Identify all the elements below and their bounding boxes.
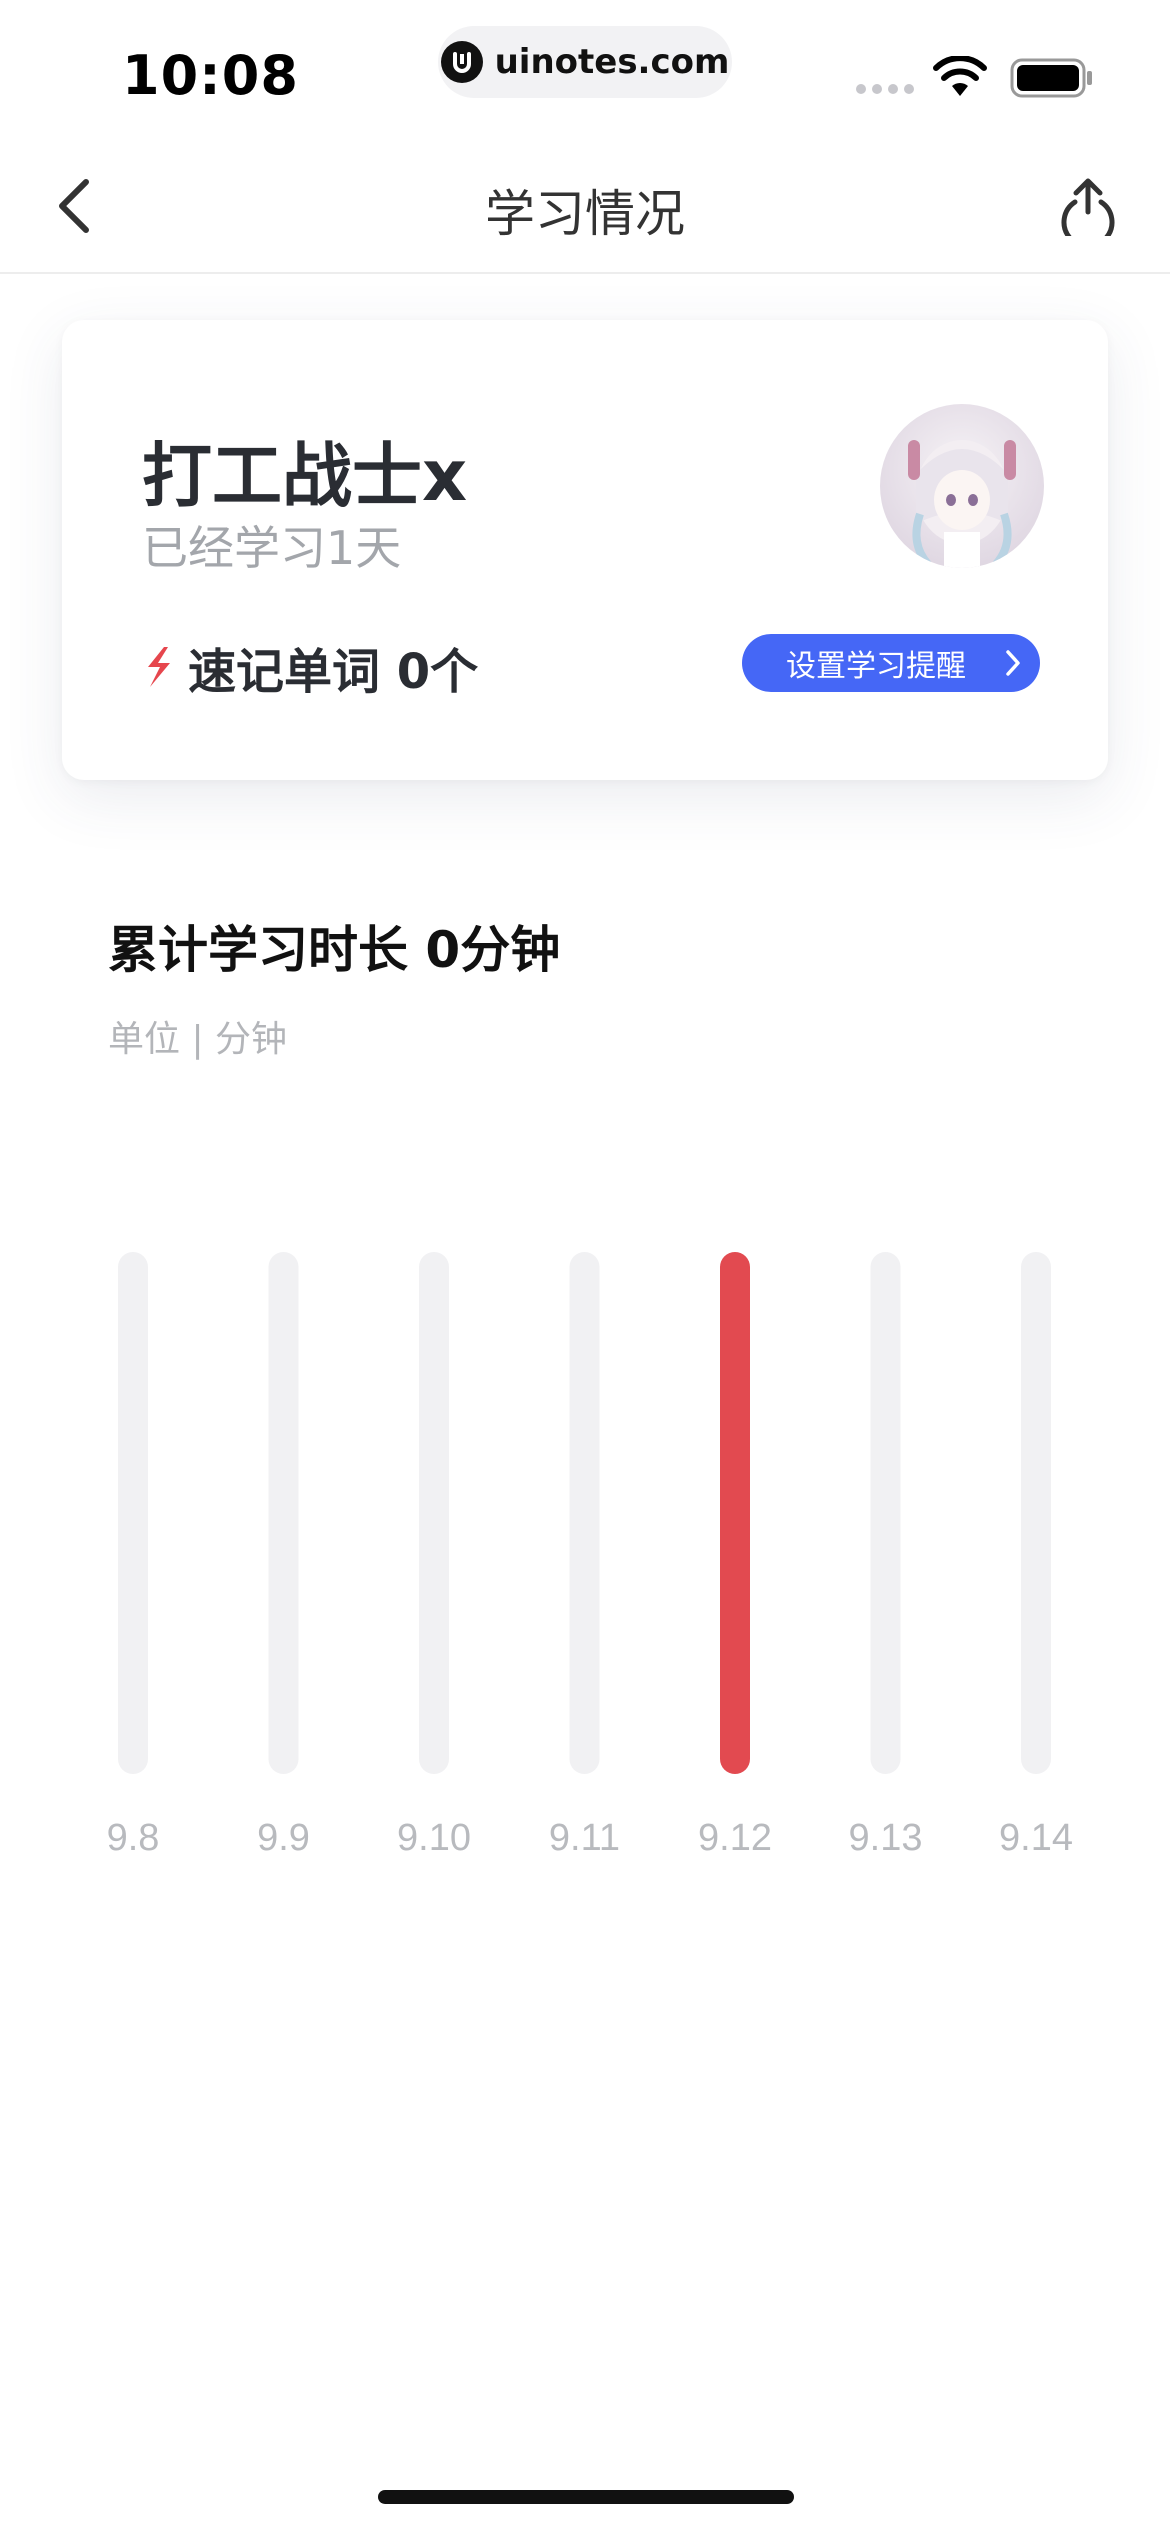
site-logo-icon bbox=[440, 41, 483, 83]
navigation-bar: 学习情况 bbox=[0, 140, 1170, 274]
chart-unit-label: 单位 | 分钟 bbox=[108, 1019, 288, 1060]
profile-card: 打工战士x 已经学习1天 速记单词 0个 设置学习提醒 bbox=[62, 320, 1108, 780]
bar-9.12[interactable] bbox=[720, 1252, 750, 1774]
url-pill[interactable]: uinotes.com bbox=[438, 26, 732, 98]
total-study-time: 累计学习时长 0分钟 bbox=[108, 921, 561, 979]
user-name: 打工战士x bbox=[142, 435, 468, 517]
study-status-page: 10:08 uinotes.com 学习情况 打工战士x 已经学习1天 速记单词… bbox=[0, 0, 1170, 2532]
url-text: uinotes.com bbox=[494, 42, 730, 82]
x-tick-label: 9.13 bbox=[849, 1817, 923, 1859]
bar-9.10[interactable] bbox=[419, 1252, 449, 1774]
x-tick-label: 9.10 bbox=[397, 1817, 471, 1859]
bar-9.9[interactable] bbox=[268, 1252, 299, 1774]
avatar[interactable] bbox=[880, 404, 1044, 568]
words-stat: 速记单词 0个 bbox=[142, 632, 478, 702]
cellular-signal-icon bbox=[856, 84, 914, 94]
x-tick-label: 9.12 bbox=[698, 1817, 772, 1859]
bar-9.8[interactable] bbox=[118, 1252, 148, 1774]
x-tick-label: 9.9 bbox=[257, 1817, 310, 1859]
bar-9.11[interactable] bbox=[569, 1252, 600, 1774]
x-tick-label: 9.14 bbox=[999, 1817, 1073, 1859]
lightning-icon bbox=[148, 647, 170, 687]
share-icon bbox=[1061, 178, 1115, 236]
status-time: 10:08 bbox=[122, 44, 299, 107]
reminder-label: 设置学习提醒 bbox=[786, 649, 966, 684]
study-time-chart: 9.8 9.9 9.10 9.11 9.12 9.13 9.14 bbox=[107, 1252, 1073, 1859]
page-title: 学习情况 bbox=[485, 185, 685, 243]
avatar-illustration bbox=[908, 440, 1016, 568]
chevron-right-icon bbox=[1006, 650, 1020, 676]
wifi-icon bbox=[933, 56, 987, 96]
bar-9.14[interactable] bbox=[1021, 1252, 1051, 1774]
words-count: 速记单词 0个 bbox=[188, 644, 479, 700]
battery-icon bbox=[1010, 58, 1092, 98]
bar-9.13[interactable] bbox=[870, 1252, 901, 1774]
home-indicator bbox=[378, 2490, 794, 2504]
share-button[interactable] bbox=[1056, 174, 1120, 238]
x-tick-label: 9.8 bbox=[107, 1817, 160, 1859]
set-reminder-button[interactable]: 设置学习提醒 bbox=[742, 634, 1040, 692]
x-tick-label: 9.11 bbox=[549, 1817, 620, 1859]
study-days: 已经学习1天 bbox=[142, 521, 402, 575]
status-bar: 10:08 uinotes.com bbox=[0, 0, 1170, 140]
